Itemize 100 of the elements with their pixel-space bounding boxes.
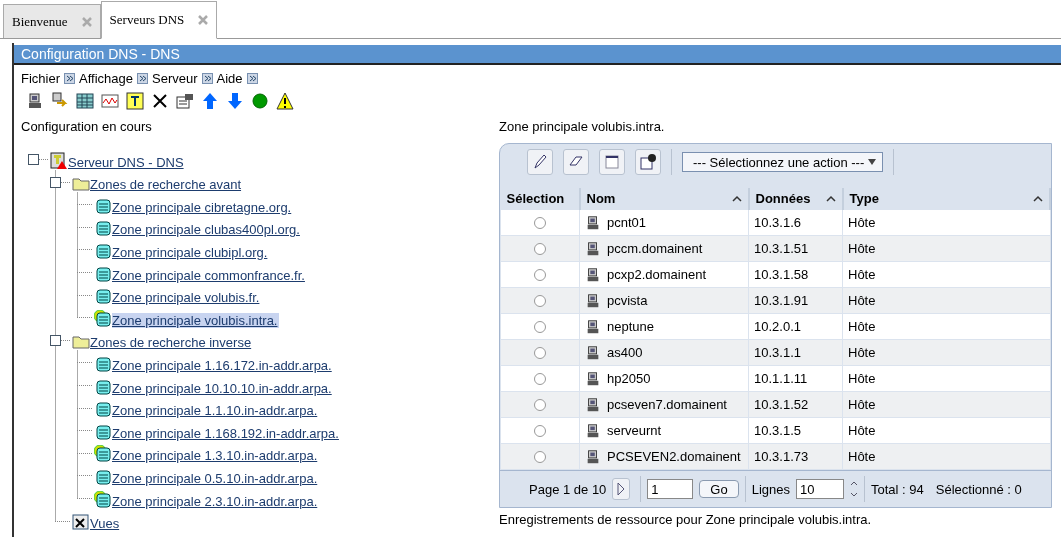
sort-caret-icon[interactable] xyxy=(825,195,836,202)
up-arrow-icon[interactable] xyxy=(201,92,219,110)
row-radio[interactable] xyxy=(534,398,546,411)
properties-icon[interactable] xyxy=(176,92,194,110)
text-tool-icon[interactable] xyxy=(126,92,144,110)
toolbar-button[interactable] xyxy=(599,149,625,175)
table-cell: hp2050 xyxy=(607,371,651,386)
table-cell: pcnt01 xyxy=(607,215,647,230)
table-cell: as400 xyxy=(607,345,643,360)
tree-item[interactable]: Zone principale cibretagne.org. xyxy=(112,199,294,215)
row-radio[interactable] xyxy=(534,346,546,359)
expand-toggle[interactable] xyxy=(50,176,61,188)
server-warning-icon xyxy=(50,151,68,170)
column-header[interactable]: Données xyxy=(748,188,843,210)
row-radio[interactable] xyxy=(534,216,546,229)
delete-icon[interactable] xyxy=(151,92,169,110)
page-input[interactable]: 1 xyxy=(647,479,694,499)
table-cell: 10.3.1.1 xyxy=(748,339,843,366)
zone-icon xyxy=(94,219,112,238)
expand-toggle[interactable] xyxy=(50,334,61,346)
host-icon xyxy=(585,292,601,309)
tab[interactable]: Bienvenue xyxy=(3,4,101,38)
go-button[interactable]: Go xyxy=(699,480,739,498)
tree-item[interactable]: Zone principale 1.168.192.in-addr.arpa. xyxy=(112,425,341,441)
tree-item[interactable]: Zone principale commonfrance.fr. xyxy=(112,267,307,283)
host-icon xyxy=(585,396,601,413)
menu-arrow-icon[interactable] xyxy=(246,73,258,84)
sort-caret-icon[interactable] xyxy=(731,195,742,202)
host-icon xyxy=(585,240,601,257)
lines-input[interactable]: 10 xyxy=(796,479,844,499)
edit-icon xyxy=(531,153,549,171)
status-dot-icon[interactable] xyxy=(251,92,269,110)
action-dropdown[interactable]: --- Sélectionnez une action --- xyxy=(682,152,884,172)
next-page-button[interactable] xyxy=(612,478,631,500)
row-radio[interactable] xyxy=(534,372,546,385)
tree-item[interactable]: Vues xyxy=(90,516,122,532)
row-radio[interactable] xyxy=(534,294,546,307)
warning-icon[interactable] xyxy=(276,92,294,110)
table-cell: pccm.domainent xyxy=(607,241,703,256)
lines-label: Lignes xyxy=(751,481,790,497)
row-radio[interactable] xyxy=(534,320,546,333)
row-radio[interactable] xyxy=(534,450,546,463)
column-header[interactable]: Nom xyxy=(579,188,749,210)
zone-icon xyxy=(94,241,112,260)
table-cell: PCSEVEN2.domainent xyxy=(607,449,741,464)
total-count: Total : 94 xyxy=(871,481,924,497)
views-icon xyxy=(72,513,90,532)
host-icon xyxy=(585,266,601,283)
tree-item[interactable]: Zones de recherche avant xyxy=(90,177,244,193)
toolbar-button[interactable] xyxy=(635,149,661,175)
row-radio[interactable] xyxy=(534,242,546,255)
tree-item[interactable]: Zone principale volubis.intra. xyxy=(112,312,280,328)
zone-icon xyxy=(94,196,112,215)
zone-heading: Zone principale volubis.intra. xyxy=(499,119,666,135)
sort-caret-icon[interactable] xyxy=(1033,195,1043,202)
tree-item[interactable]: Serveur DNS - DNS xyxy=(68,154,186,170)
table-cell: Hôte xyxy=(842,209,1050,236)
row-radio[interactable] xyxy=(534,268,546,281)
tree-item[interactable]: Zone principale clubas400pl.org. xyxy=(112,222,302,238)
table-cell: Hôte xyxy=(842,365,1050,392)
tree-item[interactable]: Zone principale 1.16.172.in-addr.arpa. xyxy=(112,357,334,373)
zone-icon xyxy=(94,287,112,306)
host-icon xyxy=(585,370,601,387)
column-header[interactable]: Sélection xyxy=(500,188,580,210)
menu-item[interactable]: Serveur xyxy=(152,71,198,86)
table-cell: Hôte xyxy=(842,339,1050,366)
table-cell: 10.3.1.91 xyxy=(748,287,843,314)
down-arrow-icon[interactable] xyxy=(226,92,244,110)
tree-item[interactable]: Zones de recherche inverse xyxy=(90,335,254,351)
chart-icon[interactable] xyxy=(101,92,119,110)
spinner-icon[interactable] xyxy=(850,479,858,499)
page-indicator: Page 1 de 10 xyxy=(529,481,607,497)
menu-item[interactable]: Affichage xyxy=(79,71,133,86)
menu-arrow-icon[interactable] xyxy=(201,73,213,84)
menu-arrow-icon[interactable] xyxy=(137,73,148,84)
host-icon xyxy=(585,318,601,335)
computer-icon[interactable] xyxy=(26,92,44,110)
expand-toggle[interactable] xyxy=(28,154,39,165)
tree-item[interactable]: Zone principale clubipl.org. xyxy=(112,244,270,260)
table-icon[interactable] xyxy=(76,92,94,110)
tab[interactable]: Serveurs DNS xyxy=(100,1,218,39)
menu-item[interactable]: Aide xyxy=(216,71,243,86)
row-radio[interactable] xyxy=(534,424,546,437)
tree-item[interactable]: Zone principale 1.1.10.in-addr.arpa. xyxy=(112,403,320,419)
column-header[interactable]: Type xyxy=(842,188,1050,210)
menu-arrow-icon[interactable] xyxy=(64,73,75,84)
host-icon xyxy=(585,448,601,465)
tree-item[interactable]: Zone principale volubis.fr. xyxy=(112,290,262,306)
table-cell: Hôte xyxy=(842,313,1050,340)
table-cell: 10.3.1.6 xyxy=(748,209,843,236)
tree-item[interactable]: Zone principale 10.10.10.in-addr.arpa. xyxy=(112,380,334,396)
tree-item[interactable]: Zone principale 0.5.10.in-addr.arpa. xyxy=(112,470,320,486)
tree-item[interactable]: Zone principale 2.3.10.in-addr.arpa. xyxy=(112,493,320,509)
menu-item[interactable]: Fichier xyxy=(21,71,60,86)
table-cell: 10.2.0.1 xyxy=(748,313,843,340)
table-cell: Hôte xyxy=(842,287,1050,314)
zone-icon xyxy=(94,377,112,396)
table-cell: pcvista xyxy=(607,293,648,308)
table-cell: Hôte xyxy=(842,443,1050,470)
tree-item[interactable]: Zone principale 1.3.10.in-addr.arpa. xyxy=(112,448,320,464)
